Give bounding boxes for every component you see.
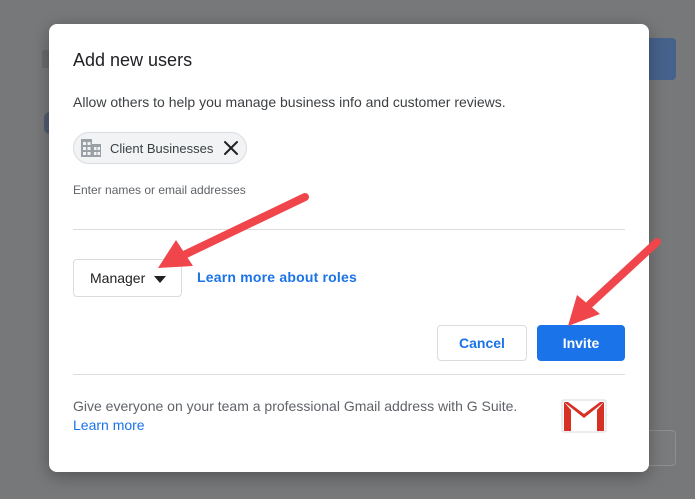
user-chip: Client Businesses xyxy=(73,132,247,164)
learn-more-roles-link[interactable]: Learn more about roles xyxy=(197,269,357,285)
chip-label: Client Businesses xyxy=(110,141,214,156)
divider xyxy=(73,374,625,375)
add-users-dialog: Add new users Allow others to help you m… xyxy=(49,24,649,472)
gmail-icon xyxy=(561,399,607,433)
caret-down-icon xyxy=(154,276,166,283)
dialog-subtitle: Allow others to help you manage business… xyxy=(73,94,506,110)
email-field-hint: Enter names or email addresses xyxy=(73,183,246,197)
learn-more-link[interactable]: Learn more xyxy=(73,417,145,433)
building-icon xyxy=(81,139,101,157)
dialog-title: Add new users xyxy=(73,50,193,70)
email-field[interactable] xyxy=(73,229,625,230)
role-dropdown[interactable]: Manager xyxy=(73,259,182,297)
close-icon[interactable] xyxy=(222,139,240,157)
gsuite-promo-text: Give everyone on your team a professiona… xyxy=(73,398,518,414)
role-selected-value: Manager xyxy=(90,270,146,286)
invite-button[interactable]: Invite xyxy=(537,325,625,361)
cancel-button[interactable]: Cancel xyxy=(437,325,527,361)
